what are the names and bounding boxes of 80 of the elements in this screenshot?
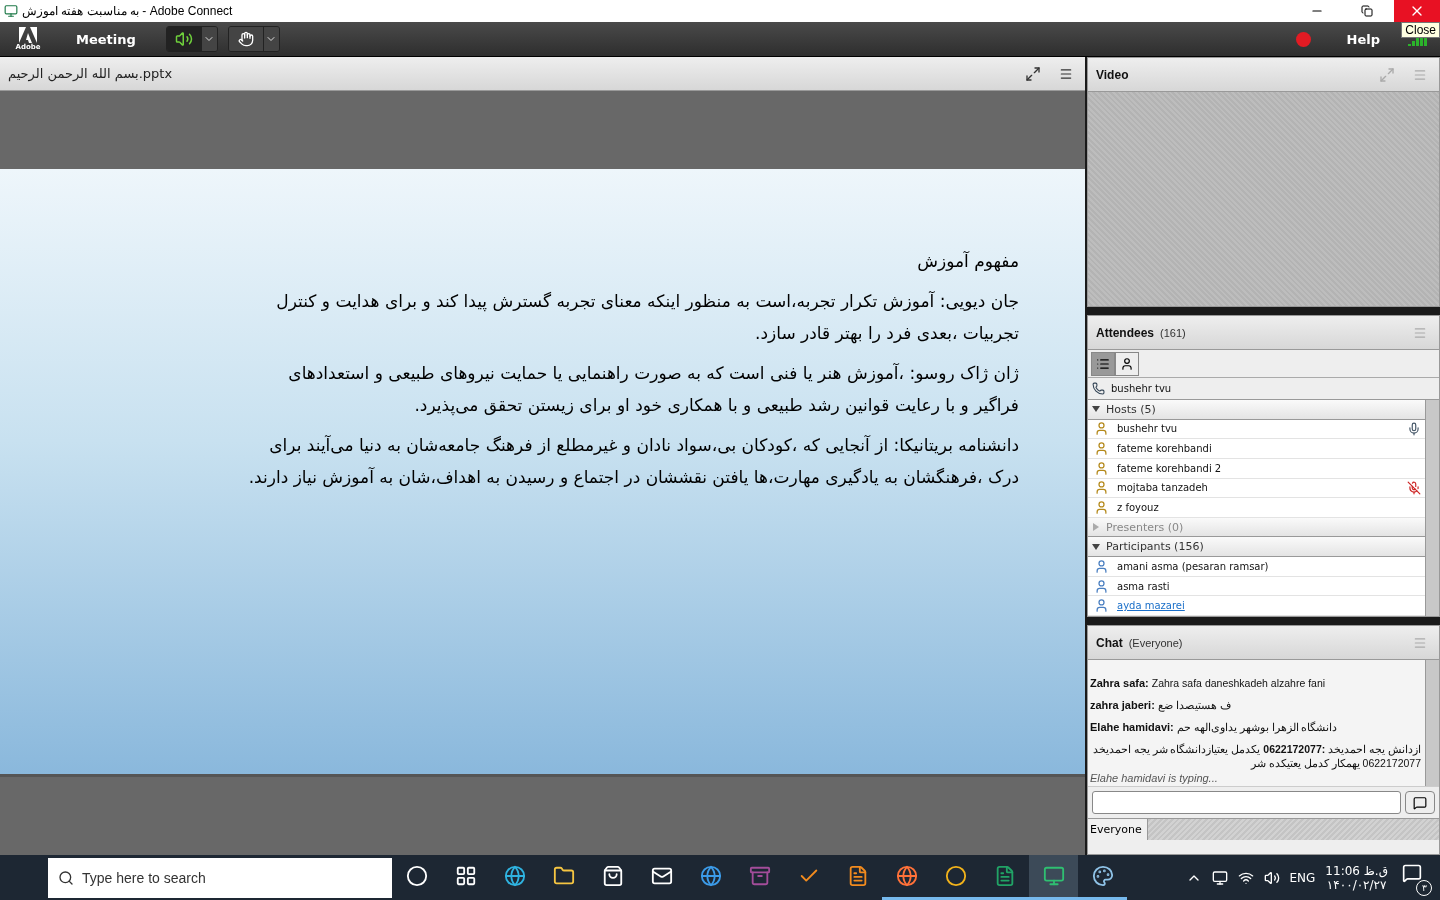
- chat-input[interactable]: [1092, 791, 1401, 814]
- shopping-bag-icon: [601, 865, 624, 887]
- attendee-name[interactable]: z foyouz: [1117, 502, 1421, 513]
- caller-name: bushehr tvu: [1111, 383, 1172, 394]
- triangle-icon: [1092, 405, 1100, 414]
- slide-heading: مفهوم آموزش: [916, 251, 1019, 271]
- fullscreen-icon: [1025, 65, 1041, 82]
- phone-icon: [1092, 382, 1105, 395]
- triangle-icon: [1092, 542, 1100, 551]
- folder-icon: [552, 865, 575, 887]
- monitor-icon: [1042, 865, 1065, 887]
- speech-bubble-icon: [1413, 795, 1427, 810]
- attendee-name[interactable]: asma rasti: [1117, 580, 1421, 592]
- scrollbar[interactable]: [1425, 660, 1439, 786]
- app-icon: [4, 4, 18, 18]
- list-view-button[interactable]: [1091, 351, 1115, 376]
- attendee-name[interactable]: fateme korehbandi 2: [1117, 462, 1421, 474]
- tooltip: Close: [1401, 22, 1440, 38]
- notification-button[interactable]: ۳: [1398, 859, 1432, 896]
- notification-icon: [1402, 863, 1422, 883]
- typing-indicator: Elahe hamidavi is typing...: [1090, 772, 1219, 784]
- pod-title: بسم الله الرحمن الرحیم.pptx: [8, 66, 174, 81]
- language-indicator[interactable]: ENG: [1289, 870, 1316, 885]
- person-icon: [1094, 441, 1109, 457]
- fullscreen-icon: [1379, 66, 1395, 83]
- globe-icon: [895, 865, 918, 887]
- record-indicator[interactable]: [1295, 31, 1311, 47]
- globe-icon: [699, 865, 722, 887]
- list-icon: [1096, 356, 1110, 371]
- person-icon: [1120, 356, 1134, 371]
- menu-icon: [1059, 66, 1073, 81]
- archive-icon: [748, 865, 771, 887]
- person-icon: [1094, 421, 1109, 437]
- pod-title: Attendees (161): [1096, 325, 1187, 340]
- hand-icon: [237, 31, 254, 47]
- menu-icon: [1413, 635, 1427, 650]
- send-button[interactable]: [1405, 791, 1435, 814]
- network-icon[interactable]: [1211, 869, 1228, 886]
- circle-icon: [944, 865, 967, 887]
- speaker-icon: [174, 30, 193, 48]
- search-icon: [58, 869, 74, 886]
- triangle-icon: [1092, 523, 1100, 532]
- palette-icon: [1091, 865, 1114, 887]
- scrollbar[interactable]: [1425, 400, 1439, 616]
- person-icon: [1094, 578, 1109, 594]
- person-icon: [1094, 460, 1109, 476]
- restore-icon: [1361, 5, 1373, 17]
- speaker-button[interactable]: [166, 27, 201, 51]
- person-icon: [1094, 480, 1109, 496]
- slide-paragraph: ژان ژاک روسو: ،آموزش هنر یا فنی است که به صورت راهنمایی یا حمایت نیروهای طبیعی و استعدادهای فراگیر و با رعایت قوانین رشد طبیعی و با همکاری خود او برای زیستن تحقق می‌پذیرد.: [287, 362, 1019, 418]
- group-header[interactable]: Hosts (5): [1088, 400, 1425, 420]
- person-icon: [1094, 558, 1109, 574]
- user-view-button[interactable]: [1115, 351, 1139, 376]
- circle-icon: [405, 865, 428, 887]
- menu-icon: [1413, 67, 1427, 82]
- attendee-name[interactable]: bushehr tvu: [1117, 423, 1399, 435]
- attendee-name[interactable]: ayda mazarei: [1117, 600, 1421, 612]
- group-header[interactable]: Participants (156): [1088, 537, 1425, 558]
- slide-paragraph: جان دیویی: آموزش تکرار تجربه،است به منظور اینکه معنای تجربه گسترش پیدا کند و برای هدایت و کنترل تجربیات ،بعدی فرد را بهتر قادر سازد.: [275, 290, 1019, 346]
- attendee-name[interactable]: fateme korehbandi: [1117, 443, 1421, 455]
- clock[interactable]: 11:06 ق.ظ ۱۴۰۰/۰۲/۲۷: [1325, 863, 1388, 892]
- pod-title: Chat (Everyone): [1096, 635, 1184, 650]
- window-title: به مناسبت هفته اموزش - Adobe Connect: [22, 4, 234, 18]
- raise-hand-button[interactable]: [228, 27, 263, 51]
- meeting-menu[interactable]: Meeting: [56, 31, 156, 47]
- globe-icon: [503, 865, 526, 887]
- attendee-name[interactable]: amani asma (pesaran ramsar): [1117, 560, 1421, 572]
- chat-message: Zahra safa: Zahra safa daneshkadeh alzahre fani: [1090, 676, 1327, 690]
- person-icon: [1094, 598, 1109, 614]
- slide-paragraph: دانشنامه بریتانیکا: از آنجایی که ،کودکان بی،سواد نادان و غیرمطلع از فرهنگ جامعه‌شان به دنیا می‌آیند برای درک ،فرهنگشان به یادگیری مهارت،ها یافتن نقششان در اجتماع و رسیدن به اهداف،شان به آموزش نیاز دارند.: [247, 434, 1019, 490]
- help-menu[interactable]: Help: [1340, 30, 1386, 48]
- task-view-icon: [454, 865, 477, 887]
- pod-title: Video: [1096, 67, 1130, 82]
- chat-tab[interactable]: Everyone: [1088, 819, 1148, 840]
- menu-icon: [1413, 325, 1427, 340]
- volume-icon[interactable]: [1263, 869, 1280, 886]
- search-field[interactable]: Type here to search: [48, 857, 392, 898]
- person-icon: [1094, 500, 1109, 515]
- attendee-name[interactable]: mojtaba tanzadeh: [1117, 482, 1399, 494]
- mail-icon: [650, 865, 673, 887]
